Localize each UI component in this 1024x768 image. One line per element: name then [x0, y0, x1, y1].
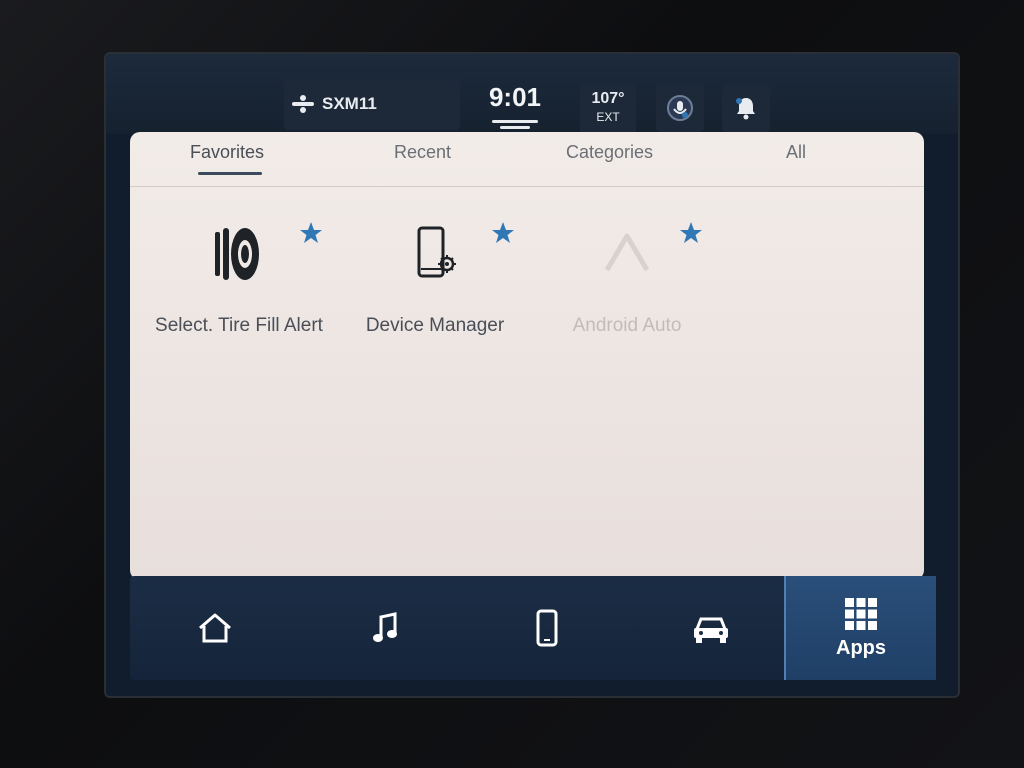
favorite-star-icon[interactable]	[298, 220, 324, 246]
clock[interactable]: 9:01	[480, 82, 550, 129]
app-tire-fill-alert[interactable]: Select. Tire Fill Alert	[154, 222, 324, 382]
nav-media-button[interactable]	[330, 576, 440, 680]
status-bar: SXM11 9:01 107° EXT	[106, 54, 958, 134]
app-label: Device Manager	[365, 315, 505, 336]
app-device-manager[interactable]: Device Manager	[350, 222, 520, 382]
infotainment-screen: SXM11 9:01 107° EXT Favorites Recent Cat…	[104, 52, 960, 698]
car-icon	[694, 617, 728, 643]
nav-vehicle-button[interactable]	[656, 576, 766, 680]
app-label: Android Auto	[572, 315, 682, 336]
tab-recent[interactable]: Recent	[394, 142, 451, 163]
clock-time: 9:01	[488, 82, 542, 112]
temperature-unit: EXT	[596, 110, 620, 124]
active-tab-indicator	[198, 172, 262, 175]
music-icon	[373, 612, 397, 642]
voice-assistant-button[interactable]	[656, 84, 704, 132]
apps-panel: Favorites Recent Categories All Select. …	[130, 132, 924, 580]
app-android-auto[interactable]: Android Auto	[542, 222, 712, 382]
tab-all[interactable]: All	[786, 142, 806, 163]
nav-apps-label: Apps	[836, 636, 886, 659]
tab-favorites[interactable]: Favorites	[190, 142, 264, 163]
radio-source-label: SXM11	[322, 94, 377, 113]
bell-icon	[736, 98, 755, 120]
phone-settings-icon	[417, 226, 456, 278]
home-icon	[199, 613, 231, 643]
favorite-star-icon[interactable]	[490, 220, 516, 246]
notifications-button[interactable]	[722, 84, 770, 132]
voice-assistant-icon	[667, 95, 693, 121]
nav-home-button[interactable]	[160, 576, 270, 680]
nav-phone-button[interactable]	[492, 576, 602, 680]
temperature-value: 107°	[591, 90, 625, 107]
android-auto-icon	[604, 233, 650, 272]
outside-temperature: 107° EXT	[580, 84, 636, 134]
tire-icon	[215, 228, 259, 280]
favorite-star-icon[interactable]	[678, 220, 704, 246]
bottom-navigation: Apps	[130, 576, 936, 680]
app-tabs: Favorites Recent Categories All	[130, 132, 924, 187]
apps-grid-icon	[845, 597, 877, 630]
app-label: Select. Tire Fill Alert	[155, 315, 323, 336]
clock-underline-short	[500, 126, 530, 129]
nav-apps-button[interactable]: Apps	[784, 576, 936, 680]
radio-source-button[interactable]: SXM11	[284, 78, 460, 130]
phone-icon	[536, 609, 558, 647]
tab-categories[interactable]: Categories	[566, 142, 653, 163]
clock-underline	[492, 120, 538, 123]
satellite-radio-icon	[292, 95, 314, 113]
